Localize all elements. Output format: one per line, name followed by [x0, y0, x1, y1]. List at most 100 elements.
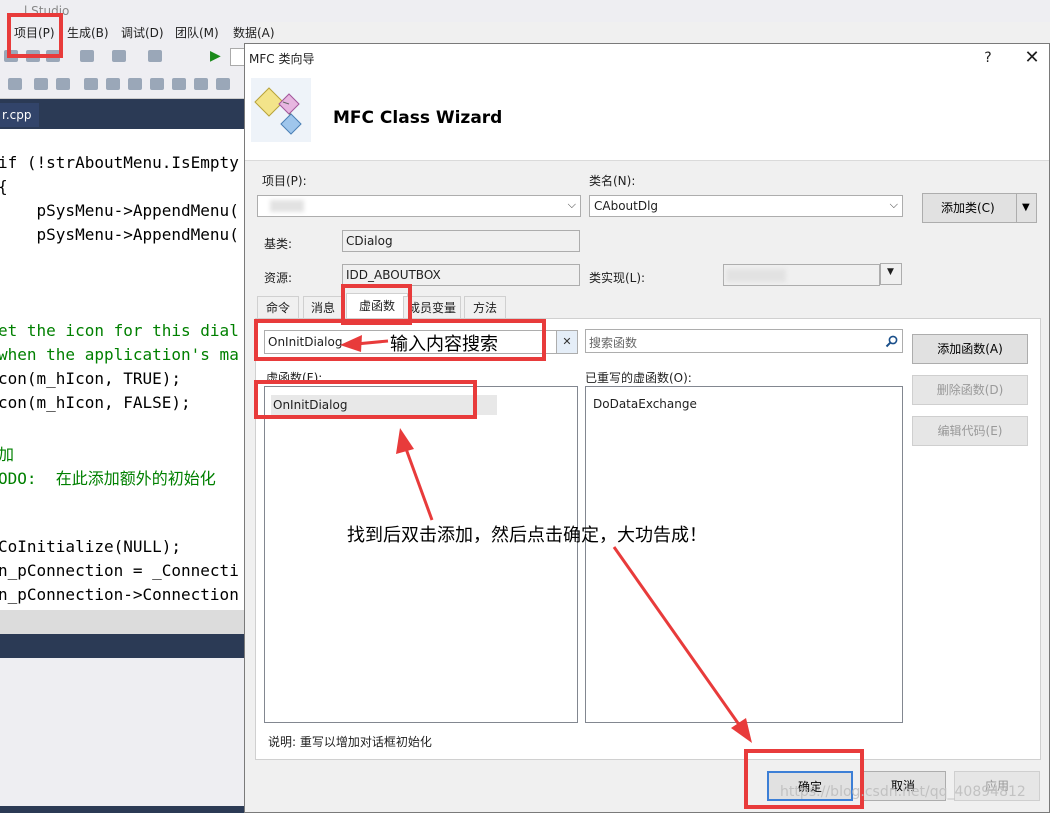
annotation-final-hint: 找到后双击添加，然后点击确定，大功告成！ — [347, 525, 707, 546]
toolbar-icon[interactable] — [46, 50, 60, 62]
toolbar-icon[interactable] — [194, 78, 208, 90]
add-class-button[interactable]: 添加类(C) ▼ — [922, 193, 1037, 223]
chevron-down-icon: ⌵ — [889, 198, 898, 211]
ide-output-tabbar — [0, 634, 245, 658]
ide-window-title: l Studio — [0, 0, 1050, 22]
add-function-button[interactable]: 添加函数(A) — [912, 334, 1028, 364]
virtual-functions-list[interactable]: OnInitDialog — [264, 386, 578, 723]
toolbar-icon[interactable] — [84, 78, 98, 90]
toolbar-icon[interactable] — [8, 78, 22, 90]
chevron-down-icon: ⌵ — [567, 198, 576, 211]
document-tab[interactable]: r.cpp — [0, 103, 40, 127]
start-debug-icon[interactable]: ▶ — [210, 48, 221, 64]
delete-function-button[interactable]: 删除函数(D) — [912, 375, 1028, 405]
redo-icon[interactable] — [112, 50, 126, 62]
menu-project[interactable]: 项目(P) — [14, 22, 55, 44]
toolbar-icon[interactable] — [216, 78, 230, 90]
classname-combo[interactable]: CAboutDlg ⌵ — [589, 195, 903, 217]
project-combo[interactable]: ⌵ — [257, 195, 581, 217]
code-line: pSysMenu->AppendMenu( — [0, 225, 239, 244]
code-comment: ODO: 在此添加额外的初始化 — [0, 469, 216, 488]
code-line: pSysMenu->AppendMenu( — [0, 201, 239, 220]
impl-label: 类实现(L): — [589, 271, 646, 285]
menu-data[interactable]: 数据(A) — [233, 22, 275, 44]
list-item[interactable]: OnInitDialog — [271, 395, 497, 415]
menu-debug[interactable]: 调试(D) — [121, 22, 164, 44]
resource-value: IDD_ABOUTBOX — [346, 268, 441, 282]
classname-value: CAboutDlg — [594, 199, 659, 213]
code-line: n_pConnection = _Connecti — [0, 561, 239, 580]
help-button[interactable]: ? — [978, 47, 998, 69]
tab-messages[interactable]: 消息 — [303, 296, 343, 318]
impl-browse-button[interactable]: ▼ — [880, 263, 902, 285]
overridden-functions-list[interactable]: DoDataExchange — [585, 386, 903, 723]
code-comment: 加 — [0, 445, 15, 464]
base-class-value: CDialog — [346, 234, 393, 248]
dropdown-arrow-icon[interactable]: ▼ — [1022, 194, 1030, 222]
toolbar-icon[interactable] — [26, 50, 40, 62]
project-label: 项目(P): — [262, 174, 307, 188]
ide-output-panel — [0, 658, 245, 813]
base-class-field: CDialog — [342, 230, 580, 252]
toolbar-icon[interactable] — [56, 78, 70, 90]
toolbar-icon[interactable] — [106, 78, 120, 90]
impl-field[interactable] — [723, 264, 880, 286]
menu-build[interactable]: 生成(B) — [67, 22, 109, 44]
resource-field: IDD_ABOUTBOX — [342, 264, 580, 286]
annotation-search-hint: 输入内容搜索 — [390, 334, 498, 355]
wizard-logo-icon — [251, 78, 311, 142]
config-combo[interactable] — [230, 48, 245, 66]
virtual-functions-label: 虚函数(F): — [266, 371, 323, 385]
redacted-impl-file — [726, 269, 786, 282]
watermark: https://blog.csdn.net/qq_40894812 — [780, 784, 1026, 800]
classname-label: 类名(N): — [589, 174, 636, 188]
toolbar-icon[interactable] — [150, 78, 164, 90]
toolbar-icon[interactable] — [172, 78, 186, 90]
overridden-search-input[interactable]: 搜索函数 — [585, 329, 903, 353]
tab-member-variables[interactable]: 成员变量 — [403, 296, 461, 318]
ide-menubar: 项目(P) 生成(B) 调试(D) 团队(M) 数据(A) — [0, 22, 275, 44]
search-value: OnInitDialog — [268, 335, 343, 349]
search-icon[interactable] — [885, 335, 898, 348]
code-line: if (!strAboutMenu.IsEmpty — [0, 153, 239, 172]
code-comment: et the icon for this dial — [0, 321, 239, 340]
ide-toolbar-2 — [0, 72, 245, 99]
dialog-titlebar[interactable]: MFC 类向导 ? ✕ — [245, 44, 1049, 72]
menu-team[interactable]: 团队(M) — [175, 22, 219, 44]
ide-toolbar: ▶ — [0, 44, 245, 72]
toolbar-icon[interactable] — [4, 50, 18, 62]
toolbar-icon[interactable] — [34, 78, 48, 90]
tab-commands[interactable]: 命令 — [257, 296, 299, 318]
toolbar-icon[interactable] — [148, 50, 162, 62]
list-item[interactable]: DoDataExchange — [593, 397, 697, 411]
code-line: CoInitialize(NULL); — [0, 537, 182, 556]
code-line: n_pConnection->Connection — [0, 585, 239, 604]
ide-statusbar — [0, 806, 245, 813]
code-comment: when the application's ma — [0, 345, 239, 364]
tab-methods[interactable]: 方法 — [464, 296, 506, 318]
ide-panel-divider — [0, 610, 245, 634]
dialog-title: MFC 类向导 — [249, 52, 315, 66]
overridden-functions-label: 已重写的虚函数(O): — [585, 371, 692, 385]
edit-code-button[interactable]: 编辑代码(E) — [912, 416, 1028, 446]
dialog-header: MFC Class Wizard — [245, 72, 1049, 161]
clear-search-button[interactable]: ✕ — [556, 331, 577, 353]
toolbar-icon[interactable] — [128, 78, 142, 90]
base-label: 基类: — [264, 237, 293, 251]
search-placeholder: 搜索函数 — [589, 336, 638, 350]
add-class-label: 添加类(C) — [941, 201, 995, 215]
mfc-class-wizard-dialog: MFC 类向导 ? ✕ MFC Class Wizard 项目(P): ⌵ 类名… — [244, 43, 1050, 813]
split-divider — [1016, 194, 1017, 222]
undo-icon[interactable] — [80, 50, 94, 62]
code-line: con(m_hIcon, TRUE); — [0, 369, 182, 388]
code-line: con(m_hIcon, FALSE); — [0, 393, 191, 412]
resource-label: 资源: — [264, 271, 293, 285]
wizard-title: MFC Class Wizard — [333, 108, 503, 128]
close-button[interactable]: ✕ — [1021, 47, 1043, 69]
dropdown-arrow-icon: ▼ — [887, 267, 894, 277]
description-text: 说明: 重写以增加对话框初始化 — [268, 735, 432, 749]
code-line: { — [0, 177, 8, 196]
redacted-project-name — [270, 200, 304, 212]
code-editor[interactable]: if (!strAboutMenu.IsEmpty { pSysMenu->Ap… — [0, 129, 245, 610]
tab-virtual-functions[interactable]: 虚函数 — [346, 293, 408, 319]
